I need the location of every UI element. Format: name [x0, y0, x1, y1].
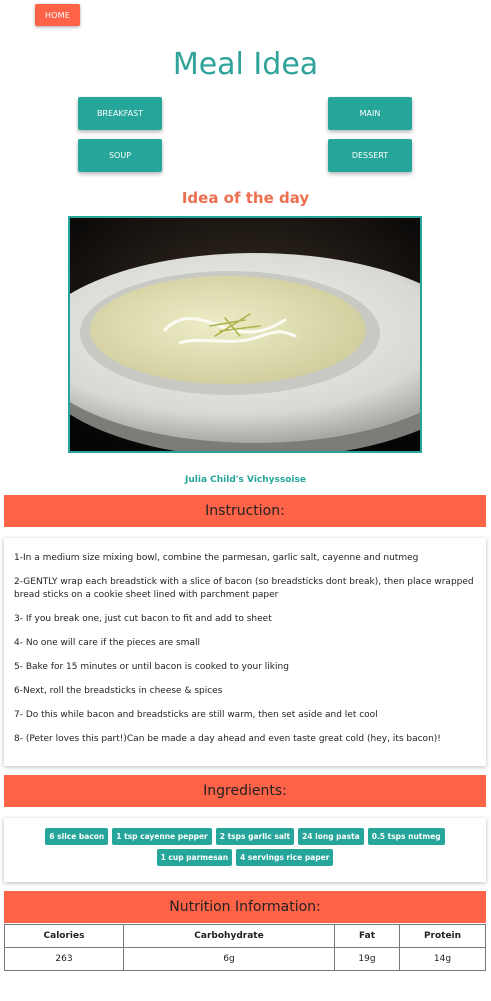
nutrition-value: 6g — [123, 947, 335, 971]
ingredients-card: 6 slice bacon 1 tsp cayenne pepper 2 tsp… — [4, 818, 486, 882]
nutrition-col-header: Carbohydrate — [123, 924, 335, 948]
nutrition-col-header: Protein — [399, 924, 486, 948]
nutrition-col-header: Calories — [4, 924, 124, 948]
home-button[interactable]: HOME — [35, 4, 80, 26]
idea-of-the-day-heading: Idea of the day — [181, 189, 310, 207]
ingredient-chip[interactable]: 2 tsps garlic salt — [215, 828, 295, 845]
instruction-step: 4- No one will care if the pieces are sm… — [14, 637, 200, 648]
breakfast-button[interactable]: BREAKFAST — [78, 97, 162, 130]
ingredient-chip[interactable]: 6 slice bacon — [45, 828, 109, 845]
ingredients-heading: Ingredients: — [4, 775, 486, 807]
nutrition-value: 19g — [334, 947, 400, 971]
instruction-step: 5- Bake for 15 minutes or until bacon is… — [14, 661, 289, 672]
instruction-heading: Instruction: — [4, 495, 486, 527]
instruction-step: 7- Do this while bacon and breadsticks a… — [14, 709, 378, 720]
dish-name: Julia Child's Vichyssoise — [185, 475, 306, 485]
ingredient-chip[interactable]: 1 tsp cayenne pepper — [112, 828, 212, 845]
nutrition-value-row: 263 6g 19g 14g — [4, 947, 486, 971]
nutrition-table: Calories Carbohydrate Fat Protein 263 6g… — [4, 924, 486, 971]
nutrition-value: 14g — [399, 947, 486, 971]
dessert-button[interactable]: DESSERT — [328, 139, 412, 172]
instruction-step: 1-In a medium size mixing bowl, combine … — [14, 553, 419, 563]
instruction-step: 6-Next, roll the breadsticks in cheese &… — [14, 685, 223, 696]
nutrition-value: 263 — [4, 947, 124, 971]
nutrition-header-row: Calories Carbohydrate Fat Protein — [4, 924, 486, 948]
main-button[interactable]: MAIN — [328, 97, 412, 130]
ingredient-chip[interactable]: 24 long pasta — [298, 828, 364, 845]
instruction-step: 3- If you break one, just cut bacon to f… — [14, 613, 272, 624]
instruction-step: 2-GENTLY wrap each breadstick with a sli… — [14, 577, 474, 600]
ingredient-chip[interactable]: 4 servings rice paper — [236, 849, 334, 866]
instructions-card: 1-In a medium size mixing bowl, combine … — [4, 538, 486, 766]
dish-photo — [68, 216, 422, 453]
nutrition-col-header: Fat — [334, 924, 400, 948]
nutrition-heading: Nutrition Information: — [4, 891, 486, 923]
ingredient-chip[interactable]: 1 cup parmesan — [156, 849, 233, 866]
soup-button[interactable]: SOUP — [78, 139, 162, 172]
page-title: Meal Idea — [172, 47, 319, 82]
instruction-step: 8- (Peter loves this part!)Can be made a… — [14, 733, 441, 744]
ingredient-chip[interactable]: 0.5 tsps nutmeg — [367, 828, 445, 845]
